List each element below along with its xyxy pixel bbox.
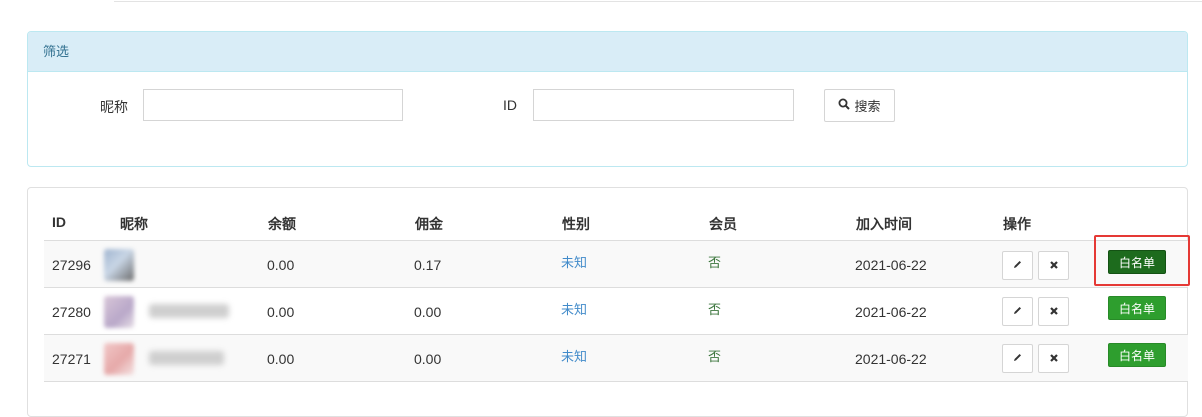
- edit-button[interactable]: [1002, 344, 1033, 373]
- delete-button[interactable]: [1038, 297, 1069, 326]
- user-table: ID 昵称 余额 佣金 性别 会员 加入时间 操作 27296 0.00 0.1…: [27, 187, 1188, 417]
- search-button[interactable]: 搜索: [824, 89, 895, 122]
- column-header-gender: 性别: [562, 216, 590, 232]
- table-row: 27296 0.00 0.17 未知 否 2021-06-22 白名单: [44, 241, 1188, 288]
- filter-panel-title: 筛选: [28, 32, 1187, 72]
- nickname-label: 昵称: [100, 99, 128, 115]
- avatar: [104, 343, 134, 375]
- cell-gender: 未知: [561, 302, 588, 317]
- column-header-commission: 佣金: [415, 216, 443, 232]
- column-header-balance: 余额: [268, 216, 296, 232]
- cell-join-date: 2021-06-22: [855, 257, 927, 273]
- edit-button[interactable]: [1002, 297, 1033, 326]
- cell-gender: 未知: [561, 349, 588, 364]
- close-icon: [1049, 350, 1059, 368]
- column-header-join-time: 加入时间: [856, 216, 912, 232]
- pencil-icon: [1012, 303, 1023, 321]
- cell-commission: 0.17: [414, 257, 442, 273]
- cell-balance: 0.00: [267, 351, 295, 367]
- cell-id: 27280: [52, 304, 91, 320]
- cell-member: 否: [708, 255, 722, 270]
- cell-join-date: 2021-06-22: [855, 304, 927, 320]
- whitelist-button[interactable]: 白名单: [1108, 296, 1166, 320]
- nickname-blurred: [149, 351, 224, 365]
- cell-member: 否: [708, 302, 722, 317]
- column-header-id: ID: [52, 214, 66, 230]
- cell-id: 27296: [52, 257, 91, 273]
- column-header-nickname: 昵称: [120, 216, 148, 232]
- delete-button[interactable]: [1038, 344, 1069, 373]
- cell-gender: 未知: [561, 255, 588, 270]
- cell-commission: 0.00: [414, 351, 442, 367]
- avatar: [104, 249, 134, 281]
- id-input[interactable]: [533, 89, 794, 121]
- top-divider: [114, 0, 1202, 2]
- search-button-label: 搜索: [854, 99, 881, 114]
- column-header-actions: 操作: [1003, 216, 1031, 232]
- table-row: 27280 0.00 0.00 未知 否 2021-06-22 白名单: [44, 288, 1188, 335]
- cell-balance: 0.00: [267, 304, 295, 320]
- nickname-input[interactable]: [143, 89, 403, 121]
- delete-button[interactable]: [1038, 251, 1069, 280]
- avatar: [104, 296, 134, 328]
- cell-id: 27271: [52, 351, 91, 367]
- cell-member: 否: [708, 349, 722, 364]
- cell-join-date: 2021-06-22: [855, 351, 927, 367]
- table-row: 27271 0.00 0.00 未知 否 2021-06-22 白名单: [44, 335, 1188, 382]
- close-icon: [1049, 303, 1059, 321]
- edit-button[interactable]: [1002, 251, 1033, 280]
- close-icon: [1049, 257, 1059, 275]
- pencil-icon: [1012, 257, 1023, 275]
- cell-commission: 0.00: [414, 304, 442, 320]
- id-label: ID: [503, 97, 517, 113]
- whitelist-button[interactable]: 白名单: [1108, 343, 1166, 367]
- search-icon: [838, 98, 851, 113]
- nickname-blurred: [149, 304, 229, 318]
- filter-panel: 筛选 昵称 ID 搜索: [27, 31, 1188, 167]
- pencil-icon: [1012, 350, 1023, 368]
- cell-balance: 0.00: [267, 257, 295, 273]
- highlight-annotation: [1094, 235, 1190, 286]
- column-header-member: 会员: [709, 216, 737, 232]
